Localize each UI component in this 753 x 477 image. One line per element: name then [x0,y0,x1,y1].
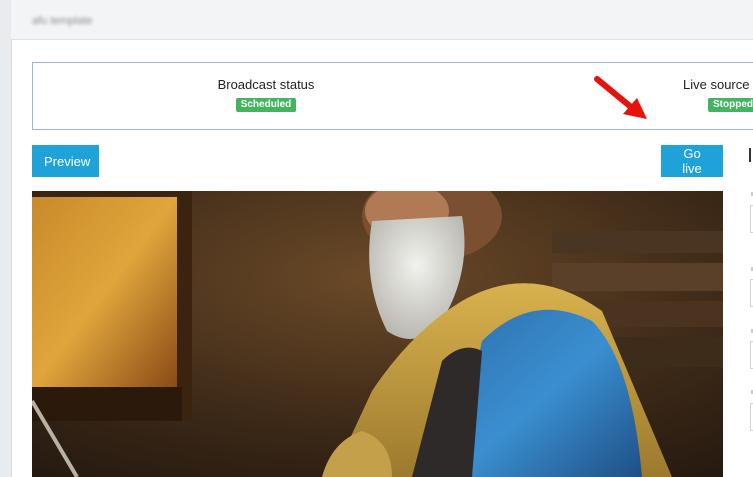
page-title: afu template [32,15,93,27]
left-rail [0,0,12,477]
broadcast-status-badge: Scheduled [235,98,297,112]
live-source-status-label: Live source s [683,77,753,92]
red-arrow-annotation [594,76,647,119]
right-panel-edge [743,145,753,477]
broadcast-status: Broadcast status Scheduled [166,77,366,112]
preview-image [32,191,723,477]
broadcast-status-label: Broadcast status [217,77,315,92]
live-source-status: Live source s Stopped [683,77,753,112]
live-source-status-badge: Stopped [708,98,753,112]
top-bar: afu template [11,0,753,40]
panel-heading-fragment [749,148,753,162]
go-live-button[interactable]: Go live [661,145,723,177]
preview-button[interactable]: Preview [32,145,99,177]
painting-image [32,191,723,477]
